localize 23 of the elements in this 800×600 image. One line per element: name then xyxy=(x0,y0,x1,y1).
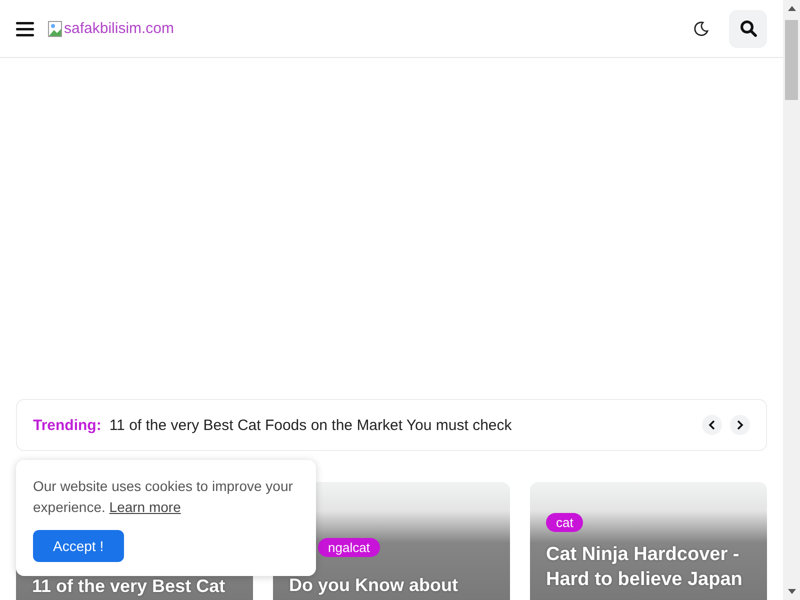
trending-headline[interactable]: 11 of the very Best Cat Foods on the Market You must check xyxy=(109,416,512,434)
post-title[interactable]: 11 of the very Best Cat xyxy=(32,576,226,596)
category-tag[interactable]: cat xyxy=(546,513,584,532)
scrollbar[interactable] xyxy=(783,0,800,600)
post-title[interactable]: Cat Ninja Hardcover - Hard to believe Japan xyxy=(546,542,751,592)
category-tag[interactable]: ngalcat xyxy=(318,538,380,557)
chevron-right-icon xyxy=(736,420,744,430)
scroll-down-icon[interactable] xyxy=(788,589,796,594)
search-icon xyxy=(740,20,756,37)
post-title[interactable]: Do you Know about xyxy=(289,575,458,595)
chevron-left-icon xyxy=(708,420,716,430)
previous-button[interactable] xyxy=(702,415,722,435)
post-card[interactable]: cat Cat Ninja Hardcover - Hard to believe Japan xyxy=(530,482,767,600)
moon-icon[interactable] xyxy=(693,20,709,36)
accept-button[interactable]: Accept ! xyxy=(33,530,124,562)
scroll-up-icon[interactable] xyxy=(788,6,796,11)
learn-more-link[interactable]: Learn more xyxy=(109,499,181,515)
scrollbar-thumb[interactable] xyxy=(785,20,798,100)
menu-icon[interactable] xyxy=(16,20,34,36)
trending-label: Trending: xyxy=(33,416,102,434)
next-button[interactable] xyxy=(730,415,750,435)
broken-image-icon xyxy=(48,20,64,36)
search-button[interactable] xyxy=(729,10,767,48)
